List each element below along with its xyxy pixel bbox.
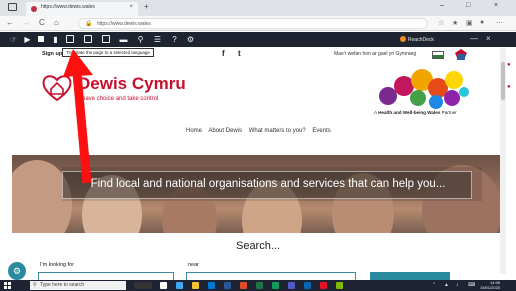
side-feedback-icon[interactable]: ● [507, 62, 511, 68]
language-flag-icon[interactable] [432, 51, 444, 59]
picture-dictionary-icon[interactable] [84, 35, 92, 43]
url-field[interactable]: 🔒 https://www.dewis.wales [78, 18, 428, 29]
red-arrow-annotation [63, 49, 93, 184]
simplify-icon[interactable]: ☰ [152, 34, 163, 45]
onedrive-icon[interactable] [304, 282, 311, 289]
partner-caption: A Health and Well-being Wales Partner [374, 110, 457, 115]
toolbar-minimize-button[interactable]: — [470, 34, 478, 43]
back-button[interactable]: ← [6, 18, 14, 27]
forward-button[interactable]: → [22, 18, 30, 27]
looking-for-label: I'm looking for [40, 262, 75, 268]
browser-tab[interactable]: https://www.dewis.wales × [26, 2, 138, 16]
toolbar-close-button[interactable]: × [486, 34, 491, 43]
near-input[interactable] [186, 272, 356, 280]
address-bar-row: ← → C ⌂ 🔒 https://www.dewis.wales ☆ ★ ▣ … [0, 16, 516, 31]
reachdeck-logo-icon [400, 36, 406, 42]
search-button[interactable] [370, 272, 450, 280]
reachdeck-brand: ReachDeck [400, 36, 434, 43]
task-view-icon[interactable] [160, 282, 167, 289]
side-share-icon[interactable]: ● [507, 84, 511, 90]
hero-banner: Find local and national organisations an… [62, 171, 472, 199]
mp3-icon[interactable]: ▮ [50, 34, 61, 45]
windows-start-icon[interactable] [4, 282, 11, 289]
app-icon[interactable] [336, 282, 343, 289]
maximize-window-button[interactable]: □ [466, 2, 470, 9]
profile-icon[interactable]: ● [480, 19, 484, 26]
welsh-language-link[interactable]: Mae'r wefan hon ar gael yn Gymraeg [334, 51, 416, 57]
volume-icon[interactable]: ♪ [456, 282, 459, 288]
edge-icon[interactable] [176, 282, 183, 289]
tab-close-icon[interactable]: × [129, 4, 133, 10]
read-aloud-icon[interactable]: ☆ [438, 19, 444, 27]
health-wellbeing-logo [379, 69, 469, 109]
looking-for-input[interactable] [38, 272, 174, 280]
app-icon[interactable] [320, 282, 327, 289]
taskbar-search-placeholder: Type here to search [40, 282, 85, 288]
lock-icon: 🔒 [85, 21, 93, 27]
scrollbar-thumb[interactable] [501, 62, 505, 100]
more-options-icon[interactable]: ⋯ [496, 19, 503, 27]
translate-icon[interactable] [66, 35, 74, 43]
text-mode-icon[interactable] [102, 35, 110, 43]
stop-icon[interactable] [38, 36, 44, 42]
browser-tab-strip: https://www.dewis.wales × + – □ × [0, 0, 516, 16]
taskbar-clock[interactable]: 14:06 15/01/2020 [480, 280, 501, 290]
site-favicon [31, 6, 37, 12]
tab-title: https://www.dewis.wales [41, 4, 95, 10]
word-icon[interactable] [224, 282, 231, 289]
nav-what-matters[interactable]: What matters to you? [249, 128, 306, 134]
main-navigation: Home About Dewis What matters to you? Ev… [186, 128, 336, 134]
taskbar-search-box[interactable]: ⚲ Type here to search [30, 281, 126, 290]
help-icon[interactable]: ? [169, 34, 180, 45]
play-icon[interactable]: ▶ [22, 34, 33, 45]
clock-date: 15/01/2020 [480, 284, 501, 290]
new-tab-button[interactable]: + [144, 2, 149, 11]
refresh-button[interactable]: C [39, 18, 45, 27]
accessibility-settings-icon[interactable]: ⚙ [8, 262, 26, 280]
nav-events[interactable]: Events [312, 128, 330, 134]
nav-home[interactable]: Home [186, 128, 202, 134]
powerpoint-icon[interactable] [240, 282, 247, 289]
home-button[interactable]: ⌂ [54, 18, 59, 27]
minimize-window-button[interactable]: – [440, 2, 444, 9]
welsh-flag-icon[interactable] [455, 49, 467, 60]
close-window-button[interactable]: × [494, 2, 498, 9]
favorites-icon[interactable]: ★ [452, 19, 458, 27]
facebook-icon[interactable]: f [222, 49, 225, 58]
screen: https://www.dewis.wales × + – □ × ← → C … [0, 0, 516, 291]
taskbar-app-thumbnail[interactable] [134, 282, 152, 289]
hover-speech-icon[interactable]: ☞ [8, 34, 19, 45]
nav-about-dewis[interactable]: About Dewis [208, 128, 242, 134]
network-icon[interactable]: ▲ [444, 282, 449, 288]
mail-icon[interactable] [208, 282, 215, 289]
screen-mask-icon[interactable]: ▬ [118, 34, 129, 45]
keyboard-icon[interactable]: ⌨ [468, 282, 475, 288]
chrome-icon[interactable] [272, 282, 279, 289]
window-menu-icon[interactable] [8, 3, 17, 11]
hero-banner-text: Find local and national organisations an… [90, 178, 446, 190]
tray-chevron-icon[interactable]: ⌃ [432, 282, 436, 288]
twitter-icon[interactable]: t [238, 49, 241, 58]
teams-icon[interactable] [288, 282, 295, 289]
settings-icon[interactable]: ⚙ [185, 34, 196, 45]
file-explorer-icon[interactable] [192, 282, 199, 289]
collections-icon[interactable]: ▣ [466, 19, 473, 27]
search-heading: Search... [235, 240, 281, 252]
excel-icon[interactable] [256, 282, 263, 289]
near-label: near [188, 262, 200, 268]
taskbar-search-icon: ⚲ [33, 282, 37, 288]
windows-taskbar: ⚲ Type here to search ⌃ ▲ ♪ ⌨ 14:06 15/0… [0, 280, 516, 291]
magnifier-icon[interactable]: ⚲ [135, 34, 146, 45]
url-text: https://www.dewis.wales [97, 21, 151, 27]
